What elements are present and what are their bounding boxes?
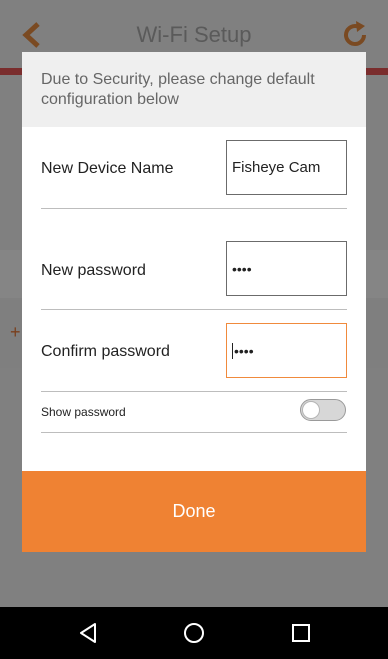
- device-name-label: New Device Name: [41, 160, 174, 177]
- dialog-header: Due to Security, please change default c…: [22, 52, 366, 127]
- confirm-password-row: Confirm password ••••: [41, 310, 347, 392]
- done-button[interactable]: Done: [22, 471, 366, 552]
- new-password-row: New password ••••: [41, 209, 347, 310]
- show-password-row: Show password: [41, 392, 347, 433]
- show-password-toggle[interactable]: [300, 399, 346, 421]
- toggle-knob: [302, 401, 320, 419]
- dialog-message: Due to Security, please change default c…: [41, 71, 315, 108]
- device-name-row: New Device Name Fisheye Cam: [41, 127, 347, 209]
- text-caret: [232, 342, 233, 359]
- background-add-glyph: +: [10, 322, 21, 342]
- confirm-password-value: ••••: [234, 342, 254, 359]
- nav-back-icon[interactable]: [76, 621, 100, 645]
- new-password-input[interactable]: ••••: [226, 241, 347, 296]
- refresh-icon[interactable]: [340, 20, 370, 50]
- nav-recent-icon[interactable]: [289, 621, 313, 645]
- device-name-value: Fisheye Cam: [232, 159, 321, 176]
- app-title: Wi-Fi Setup: [136, 22, 252, 47]
- nav-home-icon[interactable]: [182, 621, 206, 645]
- confirm-password-input[interactable]: ••••: [226, 323, 347, 378]
- new-password-label: New password: [41, 262, 146, 279]
- config-dialog: Due to Security, please change default c…: [22, 52, 366, 552]
- new-password-value: ••••: [232, 260, 252, 277]
- show-password-label: Show password: [41, 405, 126, 419]
- confirm-password-label: Confirm password: [41, 343, 170, 360]
- system-nav-bar: [0, 607, 388, 659]
- device-name-input[interactable]: Fisheye Cam: [226, 140, 347, 195]
